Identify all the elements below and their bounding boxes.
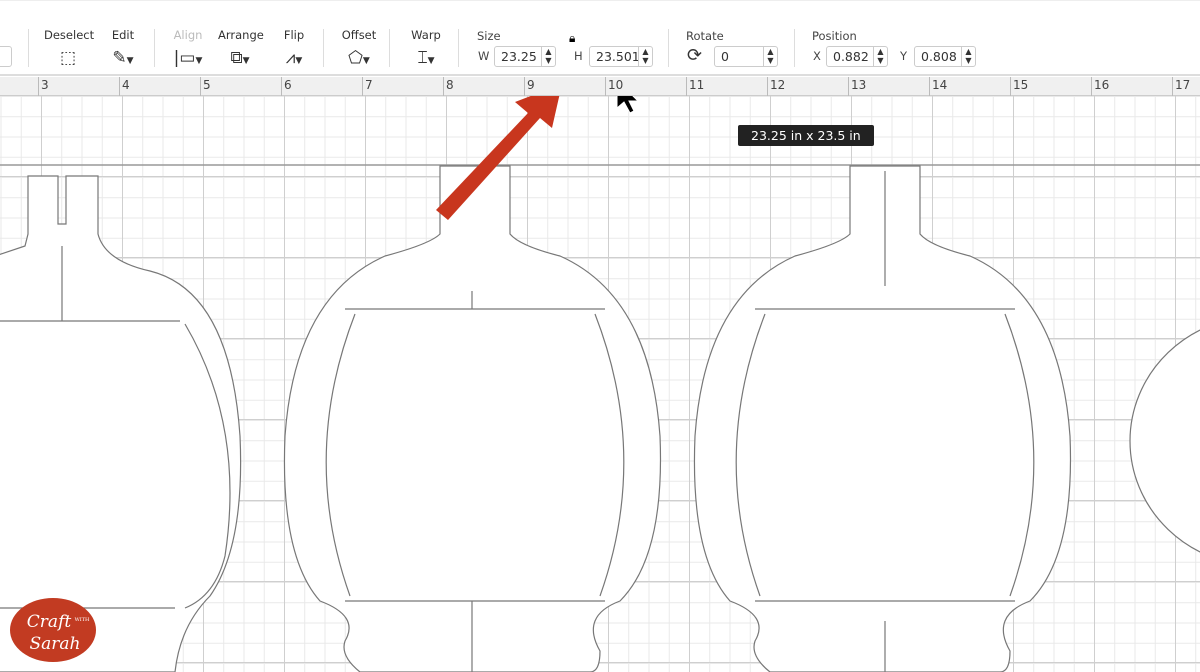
offset-icon: ⬠▼ (348, 48, 370, 68)
warp-icon: ⌶▼ (417, 48, 435, 68)
edit-label: Edit (111, 28, 135, 42)
ruler-tick (200, 77, 201, 96)
warp-label: Warp (411, 28, 441, 42)
ruler-label: 4 (122, 78, 130, 92)
ruler-tick (38, 77, 39, 96)
ruler-label: 17 (1175, 78, 1191, 92)
align-icon: |▭▼ (173, 48, 203, 68)
vase-shape-right (693, 165, 1072, 672)
ruler-label: 12 (770, 78, 786, 92)
deselect-button[interactable]: Deselect ⬚ (44, 28, 95, 68)
rotate-label: Rotate (686, 29, 724, 43)
flip-label: Flip (283, 28, 305, 42)
svg-text:Sarah: Sarah (30, 634, 81, 654)
ruler-label: 16 (1094, 78, 1110, 92)
warp-button[interactable]: Warp ⌶▼ (406, 28, 446, 68)
ruler-tick (605, 77, 606, 96)
ruler-label: 3 (41, 78, 49, 92)
ruler-tick (1172, 77, 1173, 96)
circle-shape (1129, 329, 1200, 553)
y-input[interactable]: 0.808 ▲ ▼ (914, 46, 976, 67)
mouse-cursor-icon (616, 96, 640, 114)
ruler-tick (848, 77, 849, 96)
rotate-value: 0 (721, 49, 729, 64)
height-input[interactable]: 23.501 ▲ ▼ (589, 46, 653, 67)
prev-field[interactable] (0, 46, 12, 67)
svg-text:WITH: WITH (75, 617, 90, 623)
svg-text:Craft: Craft (27, 612, 72, 632)
flip-icon: ⩘▼ (285, 48, 303, 68)
divider (794, 29, 795, 67)
x-stepper[interactable]: ▲ ▼ (873, 47, 887, 66)
ruler-label: 15 (1013, 78, 1029, 92)
height-value: 23.501 (596, 49, 640, 64)
ruler-tick (443, 77, 444, 96)
ruler-label: 11 (689, 78, 705, 92)
ruler-tick (524, 77, 525, 96)
rotate-input[interactable]: 0 ▲ ▼ (714, 46, 778, 67)
ruler-tick (281, 77, 282, 96)
divider (28, 29, 29, 67)
pencil-icon: ✎▼ (112, 48, 134, 68)
y-value: 0.808 (921, 49, 957, 64)
y-label: Y (900, 49, 908, 63)
divider (323, 29, 324, 67)
design-canvas[interactable] (0, 96, 1200, 672)
align-button[interactable]: Align |▭▼ (170, 28, 206, 68)
arrange-label: Arrange (218, 28, 264, 42)
ruler-label: 5 (203, 78, 211, 92)
rotate-stepper[interactable]: ▲ ▼ (763, 47, 777, 66)
divider (458, 29, 459, 67)
deselect-label: Deselect (44, 28, 95, 42)
offset-label: Offset (341, 28, 377, 42)
ruler-tick (686, 77, 687, 96)
align-label: Align (173, 28, 203, 42)
height-label: H (574, 49, 583, 63)
width-stepper[interactable]: ▲ ▼ (541, 47, 555, 66)
ruler-tick (767, 77, 768, 96)
size-tooltip: 23.25 in x 23.5 in (738, 125, 874, 146)
ruler-label: 7 (365, 78, 373, 92)
divider (668, 29, 669, 67)
toolbar: Deselect ⬚ Edit ✎▼ Align |▭▼ Arrange ⧉▼ Flip… (0, 0, 1200, 76)
deselect-icon: ⬚ (59, 48, 77, 68)
rotate-icon: ⟳ (687, 45, 703, 66)
edit-button[interactable]: Edit ✎▼ (106, 28, 140, 68)
craft-with-sarah-logo: Craft WITH Sarah (10, 598, 96, 662)
x-value: 0.882 (833, 49, 869, 64)
ruler-tick (929, 77, 930, 96)
width-value: 23.25 (501, 49, 537, 64)
vase-shape-center (283, 165, 662, 672)
divider (154, 29, 155, 67)
arrange-icon: ⧉▼ (230, 48, 250, 68)
ruler-tick (1091, 77, 1092, 96)
x-label: X (813, 49, 821, 63)
ruler-label: 9 (527, 78, 535, 92)
position-label: Position (812, 29, 857, 43)
ruler-tick (119, 77, 120, 96)
ruler-label: 14 (932, 78, 948, 92)
horizontal-ruler: 3 4 5 6 7 8 9 10 11 12 13 14 15 16 17 (0, 77, 1200, 96)
height-stepper[interactable]: ▲ ▼ (638, 47, 652, 66)
ruler-tick (1010, 77, 1011, 96)
arrange-button[interactable]: Arrange ⧉▼ (218, 28, 264, 68)
ruler-label: 10 (608, 78, 624, 92)
ruler-tick (362, 77, 363, 96)
width-input[interactable]: 23.25 ▲ ▼ (494, 46, 556, 67)
offset-button[interactable]: Offset ⬠▼ (340, 28, 378, 68)
y-stepper[interactable]: ▲ ▼ (961, 47, 975, 66)
width-label: W (478, 49, 490, 63)
flip-button[interactable]: Flip ⩘▼ (278, 28, 310, 68)
lock-icon[interactable]: 🔒︎ (569, 31, 575, 46)
canvas-shapes (0, 96, 1200, 672)
ruler-label: 8 (446, 78, 454, 92)
ruler-label: 6 (284, 78, 292, 92)
size-label: Size (477, 29, 501, 43)
x-input[interactable]: 0.882 ▲ ▼ (826, 46, 888, 67)
ruler-label: 13 (851, 78, 867, 92)
divider (389, 29, 390, 67)
